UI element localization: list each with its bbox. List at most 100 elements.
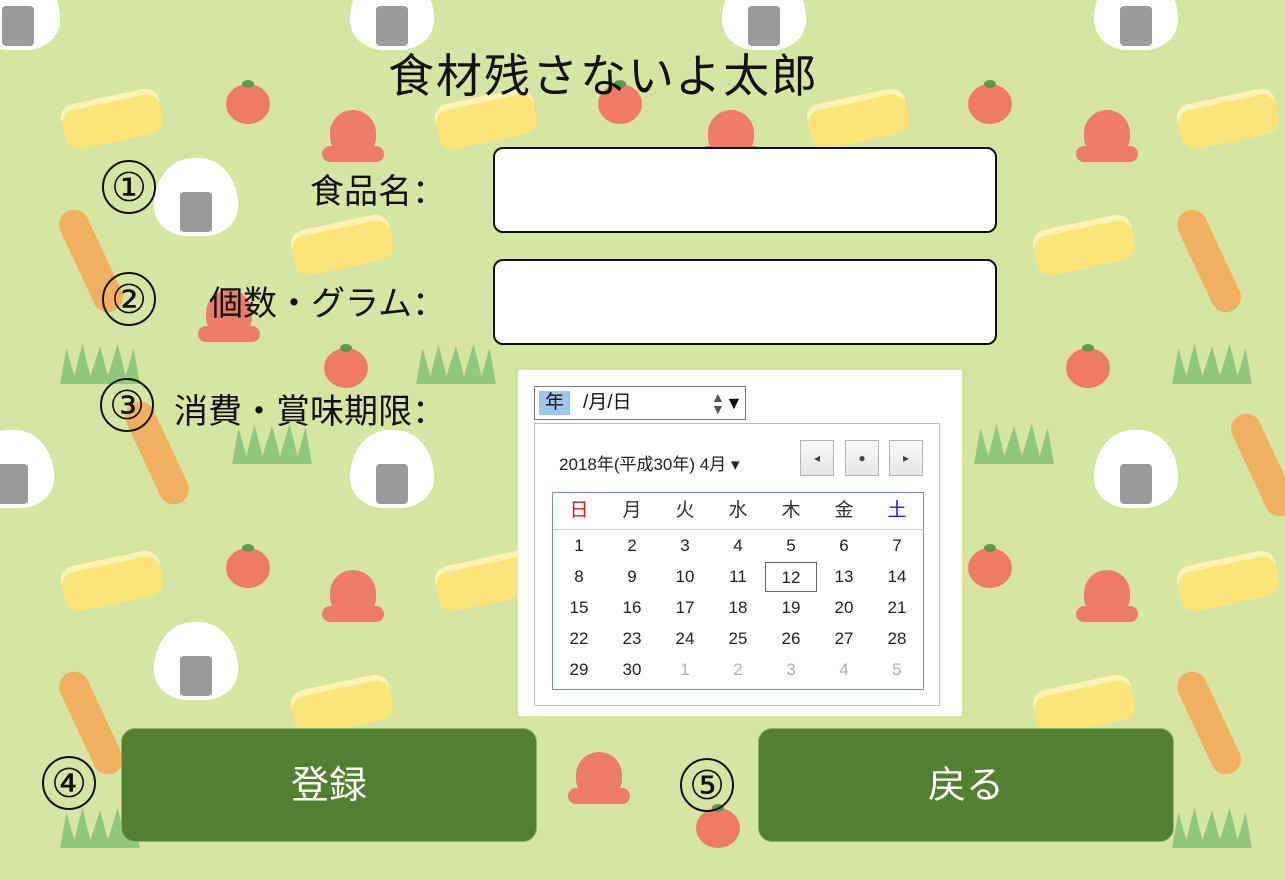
onigiri-illustration — [0, 0, 60, 50]
calendar-day[interactable]: 24 — [659, 624, 711, 654]
weekday-label: 日 — [569, 500, 589, 521]
app-title: 食材残さないよ太郎 — [388, 49, 820, 103]
calendar-day[interactable]: 21 — [871, 593, 923, 623]
expiry-date-picker: 年 /月/日 ▲ ▼ ▼ 2018年(平成30年) 4月 ▾ ◂ ● ▸ 日 月 … — [518, 370, 962, 716]
step-number-2: ② — [102, 272, 156, 326]
calendar-day[interactable]: 6 — [818, 531, 870, 561]
calendar-day[interactable]: 4 — [818, 655, 870, 685]
onigiri-illustration — [0, 430, 54, 508]
register-button[interactable]: 登録 — [121, 728, 537, 842]
octopus-illustration — [1076, 110, 1138, 162]
quantity-label: 個数・グラム： — [209, 284, 446, 324]
calendar-day[interactable]: 10 — [659, 562, 711, 592]
tamagoyaki-illustration — [58, 86, 166, 152]
calendar-month-selector[interactable]: 2018年(平成30年) 4月 ▾ — [559, 450, 739, 475]
tomato-illustration — [1066, 344, 1110, 388]
today-button[interactable]: ● — [845, 440, 879, 476]
calendar-day[interactable]: 14 — [871, 562, 923, 592]
tomato-illustration — [324, 344, 368, 388]
calendar-day[interactable]: 5 — [765, 531, 817, 561]
next-month-button[interactable]: ▸ — [889, 440, 923, 476]
dropdown-arrow-icon[interactable]: ▼ — [725, 390, 743, 416]
previous-month-button[interactable]: ◂ — [800, 440, 834, 476]
tomato-illustration — [968, 544, 1012, 588]
tamagoyaki-illustration — [1174, 86, 1282, 152]
date-input[interactable]: 年 /月/日 ▲ ▼ ▼ — [534, 386, 746, 420]
calendar-day[interactable]: 2 — [606, 531, 658, 561]
tomato-illustration — [226, 80, 270, 124]
calendar-popup: 2018年(平成30年) 4月 ▾ ◂ ● ▸ 日 月 火 水 木 金 土 12… — [534, 423, 940, 706]
step-number-4: ④ — [42, 756, 96, 810]
onigiri-illustration — [1094, 430, 1178, 508]
calendar-day[interactable]: 28 — [871, 624, 923, 654]
calendar-day[interactable]: 3 — [765, 655, 817, 685]
weekday-label: 金 — [834, 500, 854, 521]
quantity-input[interactable] — [493, 259, 997, 345]
onigiri-illustration — [154, 622, 238, 700]
calendar-day[interactable]: 15 — [553, 593, 605, 623]
octopus-illustration — [322, 110, 384, 162]
calendar-day[interactable]: 9 — [606, 562, 658, 592]
step-number-5: ⑤ — [680, 758, 734, 812]
food-name-label: 食品名： — [310, 172, 446, 212]
calendar-day[interactable]: 20 — [818, 593, 870, 623]
tamagoyaki-illustration — [1030, 212, 1138, 278]
back-button[interactable]: 戻る — [758, 728, 1174, 842]
step-number-3: ③ — [100, 378, 154, 432]
date-spinner-icon[interactable]: ▲ ▼ — [711, 390, 725, 416]
onigiri-illustration — [350, 430, 434, 508]
calendar-day[interactable]: 11 — [712, 562, 764, 592]
tomato-illustration — [226, 544, 270, 588]
tomato-illustration — [696, 804, 740, 848]
tomato-illustration — [968, 80, 1012, 124]
weekday-label: 木 — [781, 500, 801, 521]
shrimp-tempura-illustration — [1172, 204, 1246, 318]
calendar-day[interactable]: 29 — [553, 655, 605, 685]
date-month-day-segments[interactable]: /月/日 — [583, 391, 632, 415]
calendar-day[interactable]: 30 — [606, 655, 658, 685]
grass-illustration — [1172, 344, 1252, 384]
calendar-day[interactable]: 13 — [818, 562, 870, 592]
grass-illustration — [1172, 808, 1252, 848]
calendar-day[interactable]: 16 — [606, 593, 658, 623]
calendar-day-today[interactable]: 12 — [765, 562, 817, 592]
grass-illustration — [974, 424, 1054, 464]
calendar-day[interactable]: 7 — [871, 531, 923, 561]
calendar-day[interactable]: 19 — [765, 593, 817, 623]
tamagoyaki-illustration — [288, 212, 396, 278]
calendar-day[interactable]: 17 — [659, 593, 711, 623]
weekday-header: 日 月 火 水 木 金 土 — [553, 493, 923, 530]
calendar-day[interactable]: 1 — [659, 655, 711, 685]
tamagoyaki-illustration — [804, 86, 912, 152]
calendar-day[interactable]: 8 — [553, 562, 605, 592]
weekday-label: 土 — [887, 500, 907, 521]
weekday-label: 火 — [675, 500, 695, 521]
weekday-label: 月 — [622, 500, 642, 521]
calendar-day[interactable]: 23 — [606, 624, 658, 654]
calendar-day[interactable]: 25 — [712, 624, 764, 654]
tamagoyaki-illustration — [58, 548, 166, 614]
calendar-day[interactable]: 4 — [712, 531, 764, 561]
tamagoyaki-illustration — [1174, 548, 1282, 614]
date-year-segment[interactable]: 年 — [539, 391, 571, 415]
calendar-grid: 日 月 火 水 木 金 土 1 2 3 4 5 6 7 8 9 10 11 12 13 14 15 16 17 1… — [552, 492, 924, 690]
calendar-day[interactable]: 3 — [659, 531, 711, 561]
calendar-day[interactable]: 27 — [818, 624, 870, 654]
calendar-day[interactable]: 5 — [871, 655, 923, 685]
calendar-day[interactable]: 22 — [553, 624, 605, 654]
grass-illustration — [416, 344, 496, 384]
expiry-date-label: 消費・賞味期限： — [174, 392, 446, 432]
calendar-day[interactable]: 26 — [765, 624, 817, 654]
calendar-day[interactable]: 1 — [553, 531, 605, 561]
calendar-day[interactable]: 2 — [712, 655, 764, 685]
octopus-illustration — [568, 752, 630, 804]
shrimp-tempura-illustration — [1172, 666, 1246, 780]
octopus-illustration — [1076, 570, 1138, 622]
step-number-1: ① — [102, 160, 156, 214]
food-name-input[interactable] — [493, 147, 997, 233]
shrimp-tempura-illustration — [1226, 408, 1285, 522]
octopus-illustration — [322, 570, 384, 622]
onigiri-illustration — [1094, 0, 1178, 50]
weekday-label: 水 — [728, 500, 748, 521]
calendar-day[interactable]: 18 — [712, 593, 764, 623]
